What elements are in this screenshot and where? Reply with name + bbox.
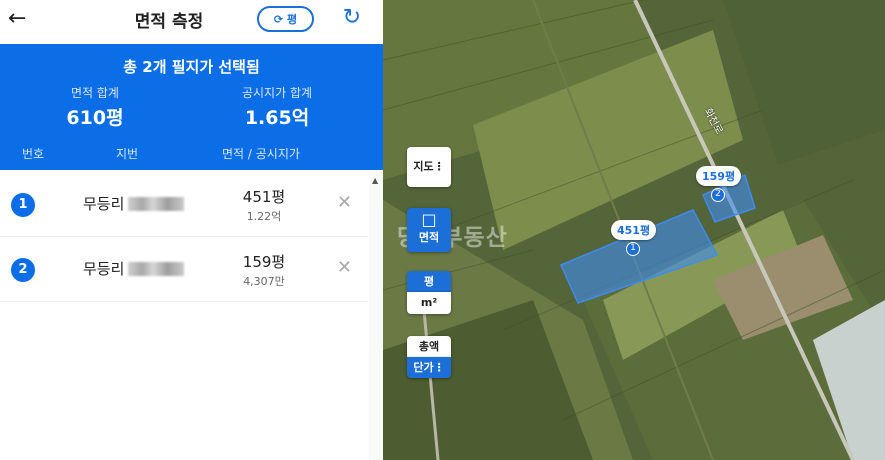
price-total-label: 공시지가 합계 bbox=[241, 86, 313, 100]
unit-toggle-button[interactable]: ⟳ 평 bbox=[257, 6, 314, 32]
parcel-pin-label[interactable]: 159평 bbox=[696, 166, 742, 186]
polygon-select-icon: □ bbox=[421, 210, 437, 229]
list-item[interactable]: 2 무등리 159평 4,307만 ✕ bbox=[0, 237, 368, 302]
parcel-price: 1.22억 bbox=[246, 210, 282, 223]
swap-icon: ⟳ bbox=[273, 12, 284, 26]
redacted-lot-number bbox=[128, 197, 185, 211]
list-item[interactable]: 1 무등리 451평 1.22억 ✕ bbox=[0, 172, 368, 237]
parcel-jibun-text: 무등리 bbox=[83, 260, 125, 278]
parcel-number-badge: 2 bbox=[11, 258, 35, 282]
area-measure-label: 면적 bbox=[418, 231, 440, 244]
map-type-label: 지도 bbox=[413, 160, 434, 173]
close-icon[interactable]: ✕ bbox=[337, 192, 352, 213]
parcel-pin-number[interactable]: 1 bbox=[626, 242, 640, 256]
parcel-list: 1 무등리 451평 1.22억 ✕ 2 무등리 159평 4,307만 ✕ bbox=[0, 172, 368, 302]
area-measure-button[interactable]: □ 면적 bbox=[407, 208, 451, 252]
parcel-area-block: 451평 1.22억 bbox=[234, 186, 294, 224]
scrollbar[interactable] bbox=[369, 172, 383, 460]
top-bar: ← 면적 측정 ⟳ 평 ↻ bbox=[0, 0, 383, 44]
more-dots-icon: ⋮ bbox=[433, 361, 445, 374]
selection-count: 총 2개 필지가 선택됨 bbox=[123, 58, 260, 76]
page-title: 면적 측정 bbox=[134, 12, 204, 32]
parcel-jibun: 무등리 bbox=[83, 193, 185, 214]
redacted-lot-number bbox=[128, 262, 185, 276]
scroll-up-arrow-icon[interactable]: ▲ bbox=[372, 176, 378, 185]
summary-banner: 총 2개 필지가 선택됨 면적 합계 610평 공시지가 합계 1.65억 번호… bbox=[0, 44, 383, 170]
unit-toggle-label: 평 bbox=[287, 13, 298, 26]
column-header-area-price: 면적 / 공시지가 bbox=[222, 147, 300, 161]
parcel-area: 159평 bbox=[242, 253, 286, 271]
map-type-button[interactable]: 지도⋮ bbox=[407, 147, 451, 187]
more-dots-icon: ⋮ bbox=[433, 160, 445, 173]
reset-icon[interactable]: ↻ bbox=[343, 5, 361, 30]
total-price-button[interactable]: 총액 bbox=[407, 336, 451, 357]
satellite-map[interactable]: 화천로 당근부동산 451평 1 159평 2 지도⋮ □ 면적 평 m² 총액… bbox=[383, 0, 885, 460]
unit-price-label: 단가 bbox=[413, 361, 434, 374]
parcel-price: 4,307만 bbox=[243, 275, 285, 288]
area-total-label: 면적 합계 bbox=[71, 86, 119, 100]
area-total-value: 610평 bbox=[66, 107, 124, 129]
unit-pyeong-button[interactable]: 평 bbox=[407, 271, 451, 292]
parcel-number-badge: 1 bbox=[11, 193, 35, 217]
area-total: 면적 합계 610평 bbox=[10, 84, 180, 130]
parcel-pin-number[interactable]: 2 bbox=[711, 188, 725, 202]
unit-m2-button[interactable]: m² bbox=[407, 292, 451, 314]
unit-price-button[interactable]: 단가⋮ bbox=[407, 357, 451, 378]
close-icon[interactable]: ✕ bbox=[337, 257, 352, 278]
app-root: ← 면적 측정 ⟳ 평 ↻ 총 2개 필지가 선택됨 면적 합계 610평 공시… bbox=[0, 0, 885, 460]
parcel-pin-label[interactable]: 451평 bbox=[611, 220, 657, 240]
parcel-jibun-text: 무등리 bbox=[83, 195, 125, 213]
column-header-number: 번호 bbox=[22, 147, 45, 161]
parcel-jibun: 무등리 bbox=[83, 258, 185, 279]
parcel-area: 451평 bbox=[242, 188, 286, 206]
parcel-area-block: 159평 4,307만 bbox=[234, 251, 294, 289]
price-total-value: 1.65억 bbox=[244, 107, 310, 129]
column-header-jibun: 지번 bbox=[116, 147, 139, 161]
measure-panel: ← 면적 측정 ⟳ 평 ↻ 총 2개 필지가 선택됨 면적 합계 610평 공시… bbox=[0, 0, 383, 460]
price-total: 공시지가 합계 1.65억 bbox=[192, 84, 362, 130]
